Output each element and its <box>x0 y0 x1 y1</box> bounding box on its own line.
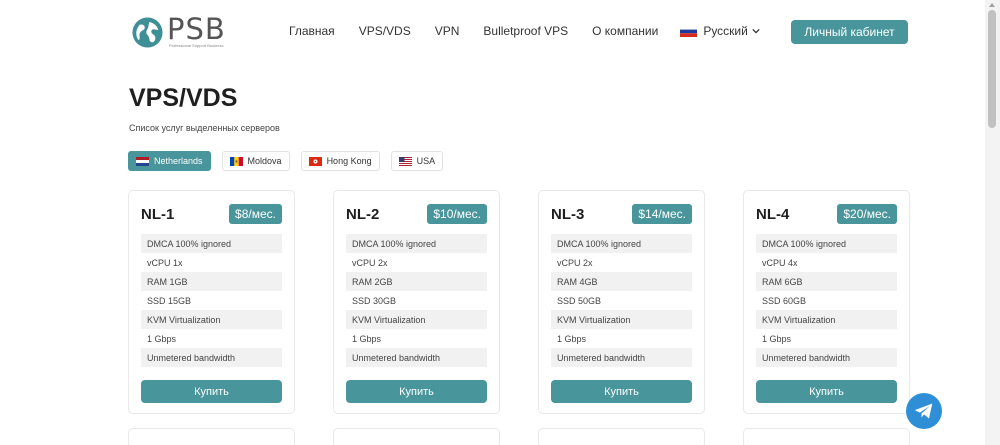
feature-item: Unmetered bandwidth <box>551 348 692 367</box>
feature-item: DMCA 100% ignored <box>551 234 692 253</box>
tab-moldova[interactable]: Moldova <box>221 151 290 171</box>
feature-item: KVM Virtualization <box>346 310 487 329</box>
buy-button-nl-4[interactable]: Купить <box>756 380 897 403</box>
plan-name: NL-2 <box>346 206 380 223</box>
chevron-down-icon <box>752 28 760 34</box>
feature-item: SSD 30GB <box>352 295 397 306</box>
feature-item: DMCA 100% ignored <box>756 234 897 253</box>
price-badge: $14/мес. <box>632 204 692 224</box>
feature-item: RAM 4GB <box>551 272 692 291</box>
globe-icon <box>132 16 163 48</box>
scrollbar-thumb[interactable] <box>988 10 996 128</box>
buy-button-nl-1[interactable]: Купить <box>141 380 282 403</box>
logo[interactable]: PSB Professional Support Business <box>131 15 226 49</box>
russia-flag-icon <box>680 25 698 37</box>
feature-item: vCPU 2x <box>557 257 593 268</box>
nav-about[interactable]: О компании <box>592 24 658 38</box>
feature-list: DMCA 100% ignored vCPU 1x RAM 1GB SSD 15… <box>141 234 282 367</box>
feature-item: 1 Gbps <box>352 333 382 344</box>
nav-bulletproof-vps[interactable]: Bulletproof VPS <box>483 24 568 38</box>
nav-home[interactable]: Главная <box>289 24 335 38</box>
feature-item: SSD 15GB <box>147 295 192 306</box>
plan-card-nl-2: NL-2 $10/мес. DMCA 100% ignored vCPU 2x … <box>333 190 500 414</box>
buy-button-nl-3[interactable]: Купить <box>551 380 692 403</box>
scroll-up-arrow-icon[interactable] <box>989 3 995 7</box>
telegram-chat-button[interactable] <box>906 393 942 429</box>
feature-list: DMCA 100% ignored vCPU 4x RAM 6GB SSD 60… <box>756 234 897 367</box>
personal-account-button[interactable]: Личный кабинет <box>791 20 908 44</box>
feature-item: RAM 1GB <box>141 272 282 291</box>
tab-usa[interactable]: USA <box>390 151 444 171</box>
plan-card-nl-1: NL-1 $8/мес. DMCA 100% ignored vCPU 1x R… <box>128 190 295 414</box>
location-tabs: Netherlands Moldova Hong Kong USA <box>128 151 454 171</box>
plan-card-nl-3: NL-3 $14/мес. DMCA 100% ignored vCPU 2x … <box>538 190 705 414</box>
feature-item: DMCA 100% ignored <box>346 234 487 253</box>
feature-item: vCPU 2x <box>352 257 388 268</box>
netherlands-flag-icon <box>136 156 149 166</box>
feature-item: Unmetered bandwidth <box>141 348 282 367</box>
hong-kong-flag-icon <box>308 156 322 166</box>
language-selector[interactable]: Русский <box>680 24 760 38</box>
plan-name: NL-3 <box>551 206 585 223</box>
plan-name: NL-4 <box>756 206 790 223</box>
feature-item: 1 Gbps <box>557 333 587 344</box>
feature-item: vCPU 1x <box>147 257 183 268</box>
feature-item: KVM Virtualization <box>551 310 692 329</box>
tab-label: Hong Kong <box>326 156 372 166</box>
main-nav: Главная VPS/VDS VPN Bulletproof VPS О ко… <box>289 24 760 38</box>
plan-card-nl-4: NL-4 $20/мес. DMCA 100% ignored vCPU 4x … <box>743 190 910 414</box>
feature-item: Unmetered bandwidth <box>346 348 487 367</box>
price-badge: $20/мес. <box>837 204 897 224</box>
feature-item: Unmetered bandwidth <box>756 348 897 367</box>
feature-item: RAM 2GB <box>346 272 487 291</box>
plan-card-peek <box>128 428 295 445</box>
feature-item: SSD 60GB <box>762 295 807 306</box>
feature-item: RAM 6GB <box>756 272 897 291</box>
site-header: PSB Professional Support Business Главна… <box>0 0 985 64</box>
price-badge: $8/мес. <box>229 204 282 224</box>
telegram-icon <box>914 403 933 419</box>
tab-label: Netherlands <box>154 156 203 166</box>
feature-item: 1 Gbps <box>147 333 177 344</box>
plan-name: NL-1 <box>141 206 175 223</box>
feature-item: DMCA 100% ignored <box>141 234 282 253</box>
plan-card-peek <box>333 428 500 445</box>
feature-item: 1 Gbps <box>762 333 792 344</box>
logo-name: PSB <box>167 12 226 46</box>
page-subtitle: Список услуг выделенных серверов <box>129 123 280 133</box>
logo-subtitle: Professional Support Business <box>169 43 224 48</box>
scrollbar[interactable] <box>985 0 1000 445</box>
language-label: Русский <box>703 24 748 38</box>
feature-item: vCPU 4x <box>762 257 798 268</box>
feature-list: DMCA 100% ignored vCPU 2x RAM 2GB SSD 30… <box>346 234 487 367</box>
tab-label: USA <box>416 156 436 166</box>
feature-item: KVM Virtualization <box>141 310 282 329</box>
moldova-flag-icon <box>229 156 243 166</box>
plan-card-peek <box>743 428 910 445</box>
feature-item: SSD 50GB <box>557 295 602 306</box>
usa-flag-icon <box>398 156 412 166</box>
nav-vps-vds[interactable]: VPS/VDS <box>359 24 411 38</box>
page-title: VPS/VDS <box>129 84 238 112</box>
tab-hong-kong[interactable]: Hong Kong <box>300 151 380 171</box>
price-badge: $10/мес. <box>427 204 487 224</box>
buy-button-nl-2[interactable]: Купить <box>346 380 487 403</box>
tab-label: Moldova <box>247 156 282 166</box>
tab-netherlands[interactable]: Netherlands <box>128 151 211 171</box>
nav-vpn[interactable]: VPN <box>435 24 460 38</box>
feature-list: DMCA 100% ignored vCPU 2x RAM 4GB SSD 50… <box>551 234 692 367</box>
plan-card-peek <box>538 428 705 445</box>
feature-item: KVM Virtualization <box>756 310 897 329</box>
